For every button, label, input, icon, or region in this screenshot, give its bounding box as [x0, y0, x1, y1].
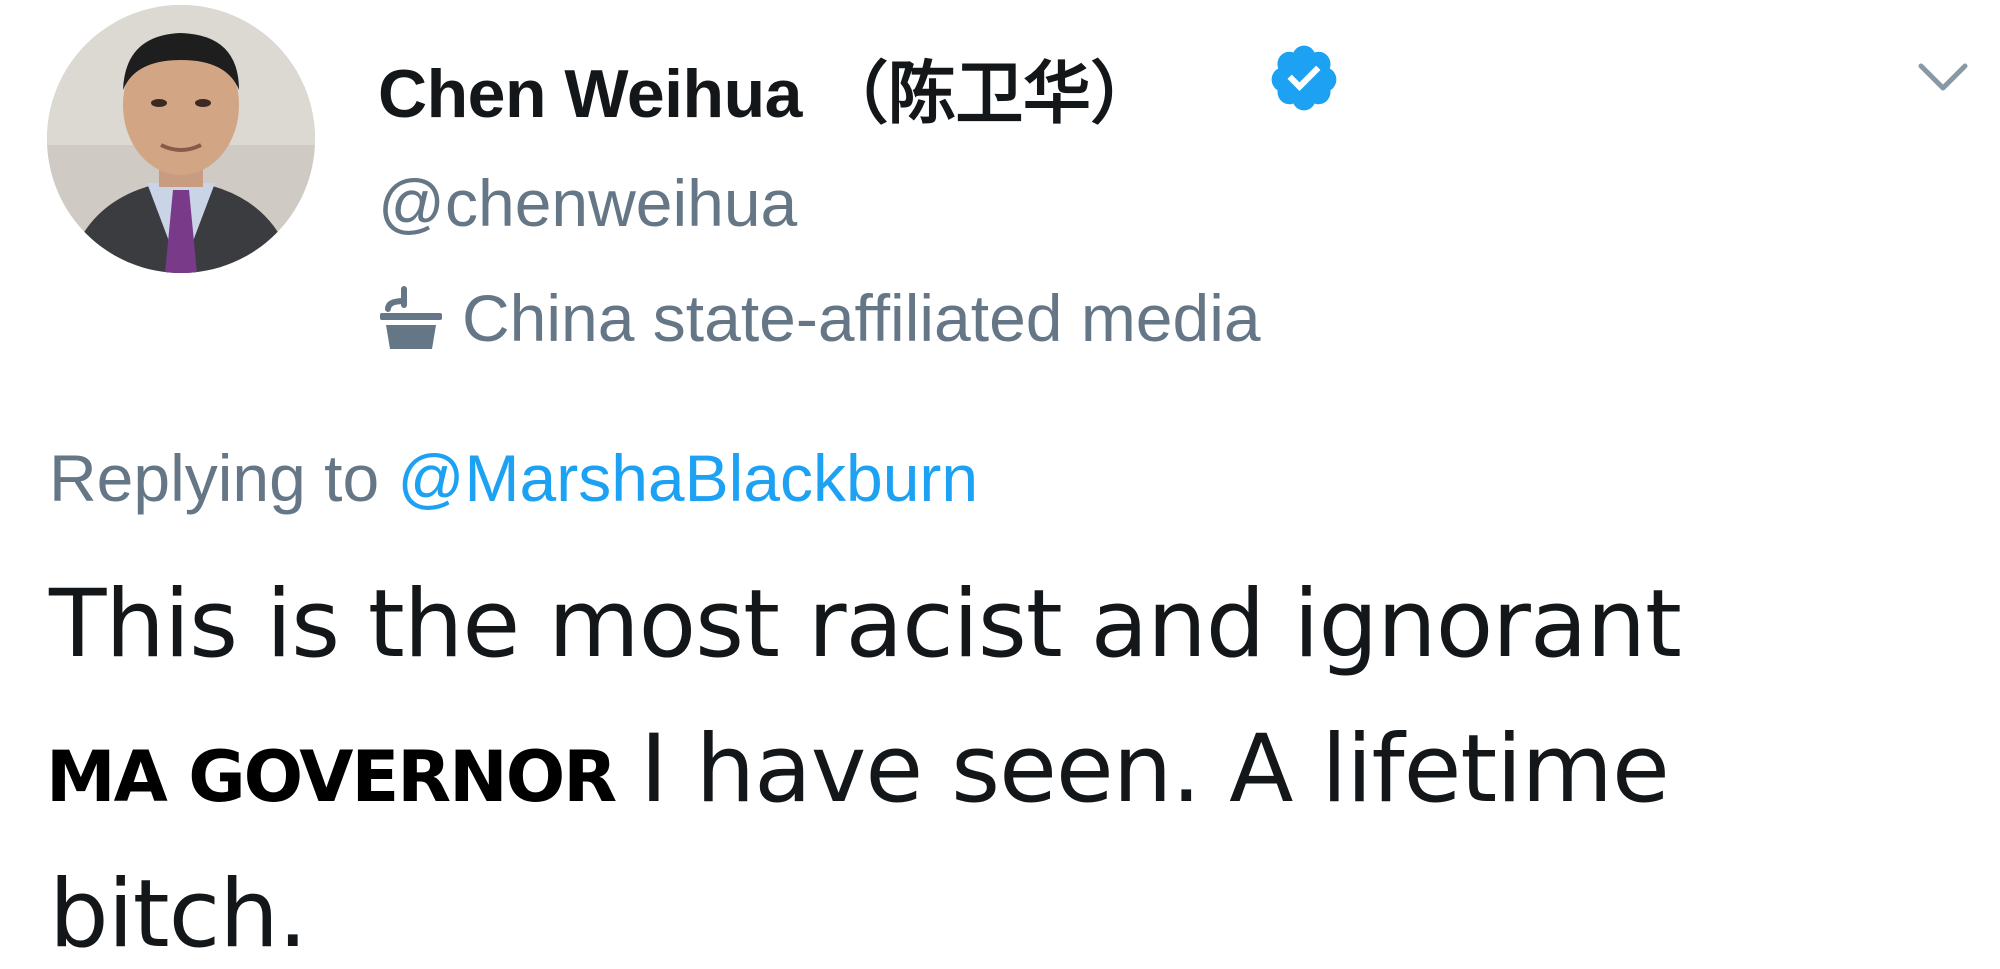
reply-context: Replying to @MarshaBlackburn: [49, 440, 978, 516]
verified-badge-icon: [1271, 45, 1337, 111]
avatar-photo: [47, 5, 315, 273]
reply-mention-link[interactable]: @MarshaBlackburn: [398, 441, 979, 515]
tweet-card: Chen Weihua （陈卫华） @chenweihua China stat…: [0, 0, 2000, 969]
reply-prefix: Replying to: [49, 441, 380, 515]
tweet-text-line: I have seen. A lifetime: [640, 715, 1670, 824]
podium-icon: [380, 286, 442, 349]
state-media-label-text: China state-affiliated media: [462, 281, 1261, 355]
author-handle[interactable]: @chenweihua: [378, 165, 797, 241]
author-display-name[interactable]: Chen Weihua （陈卫华）: [378, 38, 1158, 137]
tweet-text-line: bitch.: [49, 860, 308, 969]
state-media-label[interactable]: China state-affiliated media: [378, 278, 1261, 358]
tweet-text-line: This is the most racist and ignorant: [49, 570, 1682, 679]
author-avatar[interactable]: [47, 5, 315, 273]
overlay-caption: MA GOVERNOR: [46, 736, 617, 818]
chevron-down-icon[interactable]: [1917, 60, 1969, 96]
